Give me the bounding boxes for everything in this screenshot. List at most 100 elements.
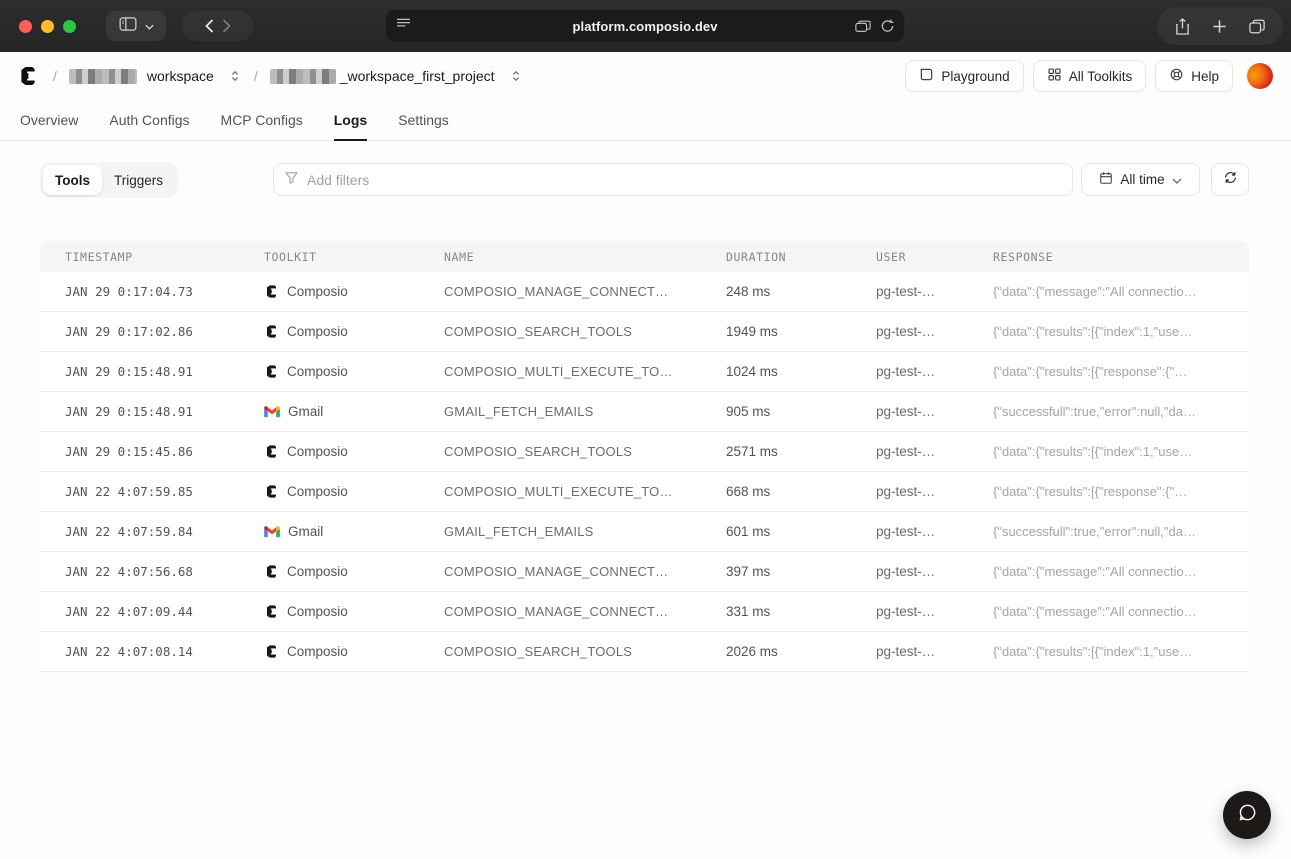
tab-overview[interactable]: Overview xyxy=(20,100,78,140)
back-button[interactable] xyxy=(205,19,214,33)
log-toolkit: Composio xyxy=(287,324,348,339)
log-timestamp: JAN 22 4:07:08.14 xyxy=(65,644,193,659)
close-window-button[interactable] xyxy=(19,19,32,33)
log-name: COMPOSIO_MANAGE_CONNECT… xyxy=(444,604,669,619)
project-label: _workspace_first_project xyxy=(339,68,495,84)
log-duration: 331 ms xyxy=(726,604,771,619)
user-avatar[interactable] xyxy=(1247,63,1273,89)
table-row[interactable]: JAN 22 4:07:08.14 Composio COMPOSIO_SEAR… xyxy=(40,632,1249,672)
tab-mcp-configs[interactable]: MCP Configs xyxy=(221,100,303,140)
table-row[interactable]: JAN 22 4:07:09.44 Composio COMPOSIO_MANA… xyxy=(40,592,1249,632)
add-filters-field[interactable] xyxy=(273,163,1073,196)
playground-button[interactable]: Playground xyxy=(905,60,1024,92)
log-name: COMPOSIO_MULTI_EXECUTE_TO… xyxy=(444,484,673,499)
log-toolkit: Gmail xyxy=(288,404,324,419)
header-actions: Playground All Toolkits Help xyxy=(905,60,1273,92)
logs-table: TIMESTAMP TOOLKIT NAME DURATION USER RES… xyxy=(40,241,1249,672)
refresh-icon xyxy=(1223,170,1238,190)
table-row[interactable]: JAN 29 0:15:48.91 Gmail GMAIL_FETCH_EMAI… xyxy=(40,392,1249,432)
log-response: {"successfull":true,"error":null,"da… xyxy=(993,524,1196,539)
composio-icon xyxy=(264,284,279,299)
chrome-right-actions xyxy=(1157,7,1283,45)
composio-icon xyxy=(264,364,279,379)
minimize-window-button[interactable] xyxy=(41,19,54,33)
reload-icon[interactable] xyxy=(881,19,894,33)
table-row[interactable]: JAN 29 0:15:48.91 Composio COMPOSIO_MULT… xyxy=(40,352,1249,392)
tools-segment[interactable]: Tools xyxy=(43,165,102,195)
table-row[interactable]: JAN 22 4:07:59.85 Composio COMPOSIO_MULT… xyxy=(40,472,1249,512)
log-user: pg-test-… xyxy=(876,524,936,539)
log-duration: 2571 ms xyxy=(726,444,778,459)
add-filters-input[interactable] xyxy=(307,171,1062,188)
tab-group-icon[interactable] xyxy=(855,20,871,33)
playground-icon xyxy=(919,67,934,85)
log-name: GMAIL_FETCH_EMAILS xyxy=(444,524,594,539)
log-response: {"data":{"message":"All connectio… xyxy=(993,564,1197,579)
log-timestamp: JAN 22 4:07:59.85 xyxy=(65,484,193,499)
tab-overview-icon[interactable] xyxy=(1249,19,1265,34)
log-response: {"data":{"results":[{"response":{"… xyxy=(993,484,1188,499)
logs-type-switcher: Tools Triggers xyxy=(40,162,179,198)
window-controls xyxy=(19,19,76,33)
url-text: platform.composio.dev xyxy=(572,18,718,34)
table-header-row: TIMESTAMP TOOLKIT NAME DURATION USER RES… xyxy=(40,241,1249,272)
time-range-dropdown[interactable]: All time xyxy=(1081,163,1200,196)
col-timestamp: TIMESTAMP xyxy=(65,249,133,264)
chevron-down-icon xyxy=(1172,172,1182,187)
log-response: {"data":{"message":"All connectio… xyxy=(993,284,1197,299)
grid-icon xyxy=(1047,67,1062,85)
share-icon[interactable] xyxy=(1175,17,1190,35)
table-row[interactable]: JAN 29 0:17:02.86 Composio COMPOSIO_SEAR… xyxy=(40,312,1249,352)
composio-icon xyxy=(264,644,279,659)
log-toolkit: Composio xyxy=(287,444,348,459)
forward-button[interactable] xyxy=(222,19,231,33)
sidebar-toggle-button[interactable] xyxy=(106,11,166,41)
lifebuoy-icon xyxy=(1169,67,1184,85)
log-name: COMPOSIO_SEARCH_TOOLS xyxy=(444,444,633,459)
help-button[interactable]: Help xyxy=(1155,60,1233,92)
log-timestamp: JAN 29 0:17:04.73 xyxy=(65,284,193,299)
reader-icon[interactable] xyxy=(396,17,411,35)
new-tab-icon[interactable] xyxy=(1212,19,1227,34)
log-user: pg-test-… xyxy=(876,324,936,339)
gmail-icon xyxy=(264,405,280,418)
table-row[interactable]: JAN 29 0:15:45.86 Composio COMPOSIO_SEAR… xyxy=(40,432,1249,472)
log-user: pg-test-… xyxy=(876,364,936,379)
table-row[interactable]: JAN 22 4:07:59.84 Gmail GMAIL_FETCH_EMAI… xyxy=(40,512,1249,552)
chat-fab[interactable] xyxy=(1223,791,1271,839)
chat-bubble-icon xyxy=(1237,802,1258,828)
log-response: {"data":{"results":[{"index":1,"use… xyxy=(993,324,1193,339)
sidebar-icon xyxy=(119,16,137,36)
log-user: pg-test-… xyxy=(876,564,936,579)
table-row[interactable]: JAN 22 4:07:56.68 Composio COMPOSIO_MANA… xyxy=(40,552,1249,592)
refresh-button[interactable] xyxy=(1211,163,1249,196)
workspace-switcher[interactable] xyxy=(228,69,242,83)
filter-funnel-icon xyxy=(284,170,299,190)
log-name: COMPOSIO_MANAGE_CONNECT… xyxy=(444,564,669,579)
project-switcher[interactable] xyxy=(509,69,523,83)
log-timestamp: JAN 22 4:07:56.68 xyxy=(65,564,193,579)
log-timestamp: JAN 29 0:17:02.86 xyxy=(65,324,193,339)
table-row[interactable]: JAN 29 0:17:04.73 Composio COMPOSIO_MANA… xyxy=(40,272,1249,312)
composio-icon xyxy=(264,484,279,499)
address-bar[interactable]: platform.composio.dev xyxy=(385,9,905,43)
tab-settings[interactable]: Settings xyxy=(398,100,449,140)
log-toolkit: Composio xyxy=(287,284,348,299)
site-header: / workspace / _workspace_first_project P… xyxy=(0,52,1291,100)
log-toolkit: Composio xyxy=(287,644,348,659)
chevron-down-icon xyxy=(144,17,154,35)
col-toolkit: TOOLKIT xyxy=(264,249,317,264)
log-name: GMAIL_FETCH_EMAILS xyxy=(444,404,594,419)
breadcrumb-separator: / xyxy=(253,68,258,84)
zoom-window-button[interactable] xyxy=(63,19,76,33)
composio-icon xyxy=(264,324,279,339)
log-timestamp: JAN 29 0:15:48.91 xyxy=(65,364,193,379)
log-user: pg-test-… xyxy=(876,444,936,459)
log-duration: 601 ms xyxy=(726,524,771,539)
all-toolkits-button[interactable]: All Toolkits xyxy=(1032,60,1147,92)
triggers-segment[interactable]: Triggers xyxy=(102,165,175,195)
tab-logs[interactable]: Logs xyxy=(333,100,368,141)
log-timestamp: JAN 29 0:15:48.91 xyxy=(65,404,193,419)
tab-auth-configs[interactable]: Auth Configs xyxy=(109,100,189,140)
composio-logo[interactable] xyxy=(17,65,39,87)
